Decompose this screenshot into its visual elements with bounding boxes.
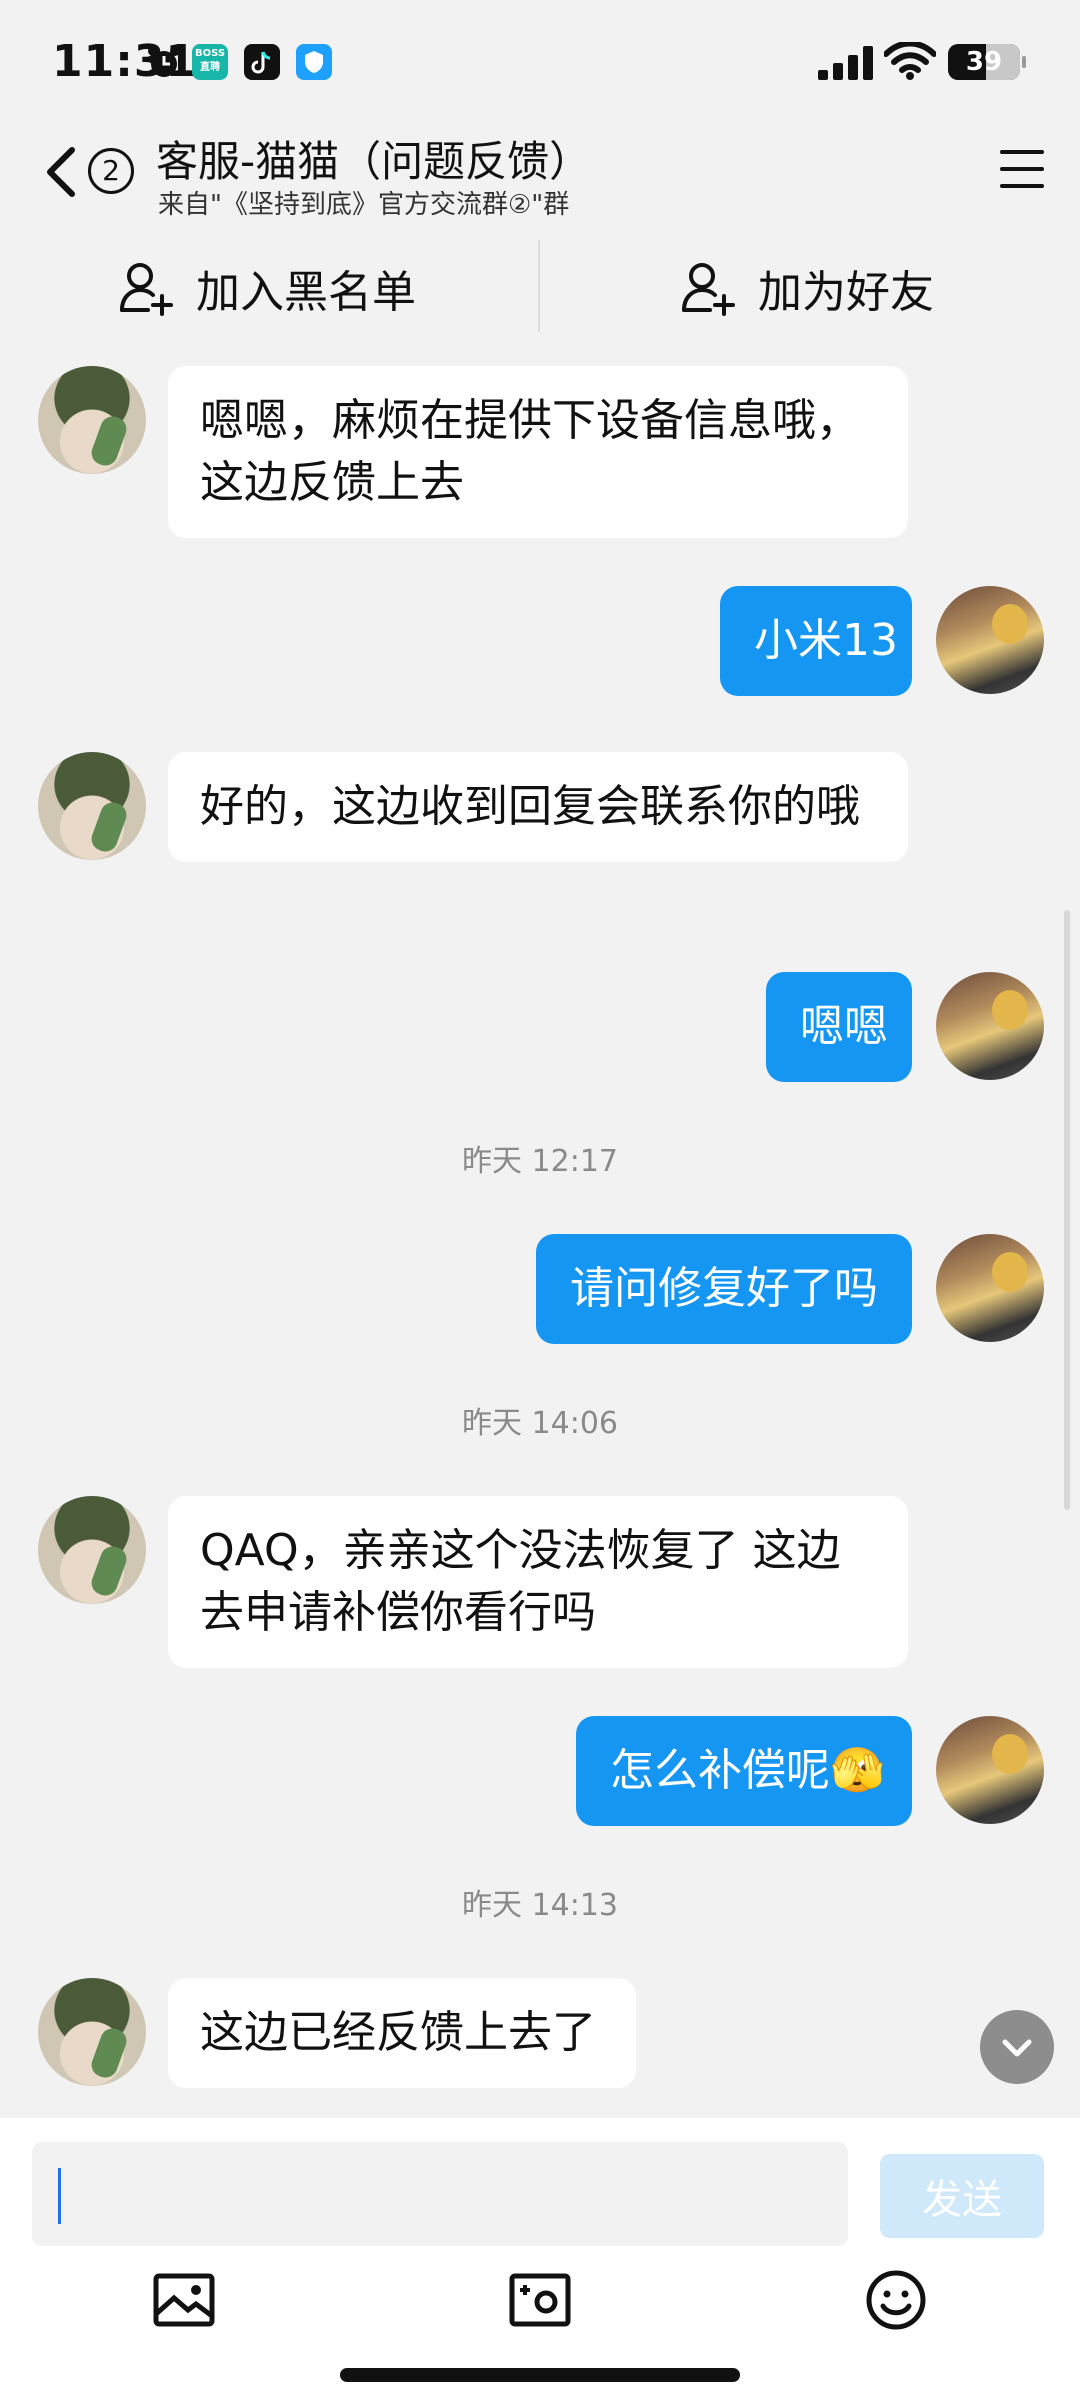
chat-subtitle: 来自"《坚持到底》官方交流群②"群 (158, 190, 570, 220)
image-icon[interactable] (152, 2268, 216, 2332)
cellular-signal-icon (818, 46, 873, 80)
user-avatar[interactable] (936, 972, 1044, 1080)
shield-app-icon (296, 44, 332, 80)
boss-app-icon: BOSS 直聘 (192, 44, 228, 80)
chevron-down-icon (1002, 2039, 1032, 2057)
user-avatar[interactable] (936, 1716, 1044, 1824)
alarm-icon (148, 46, 180, 77)
composer: 发送 (0, 2118, 1080, 2400)
action-divider (538, 240, 540, 332)
incoming-message[interactable]: 这边已经反馈上去了 (168, 1978, 636, 2088)
message-timestamp: 昨天 14:06 (462, 1406, 618, 1441)
user-avatar[interactable] (936, 586, 1044, 694)
outgoing-message[interactable]: 嗯嗯 (766, 972, 912, 1082)
message-input[interactable] (32, 2142, 848, 2246)
add-to-blacklist-button[interactable]: 加入黑名单 (118, 240, 416, 336)
incoming-message[interactable]: QAQ，亲亲这个没法恢复了 这边去申请补偿你看行吗 (168, 1496, 908, 1668)
support-avatar[interactable] (38, 752, 146, 860)
outgoing-message[interactable]: 请问修复好了吗 (536, 1234, 912, 1344)
blacklist-label: 加入黑名单 (196, 267, 416, 318)
add-friend-label: 加为好友 (758, 267, 934, 318)
text-caret (58, 2168, 61, 2224)
incoming-message[interactable]: 嗯嗯，麻烦在提供下设备信息哦，这边反馈上去 (168, 366, 908, 538)
battery-tip (1022, 56, 1026, 68)
wifi-icon (884, 42, 936, 80)
battery-level: 39 (965, 47, 1003, 77)
action-bar: 加入黑名单 加为好友 (0, 240, 1080, 336)
status-bar: 11:31 BOSS 直聘 39 (0, 0, 1080, 120)
outgoing-message[interactable]: 小米13 (720, 586, 912, 696)
message-timestamp: 昨天 12:17 (462, 1144, 618, 1179)
support-avatar[interactable] (38, 1978, 146, 2086)
person-plus-icon (682, 263, 735, 316)
add-friend-button[interactable]: 加为好友 (680, 240, 934, 336)
hamburger-icon[interactable] (1000, 150, 1044, 190)
scrollbar[interactable] (1064, 910, 1070, 1510)
smile-icon[interactable] (864, 2268, 928, 2332)
unread-count-badge[interactable]: 2 (88, 148, 134, 194)
support-avatar[interactable] (38, 366, 146, 474)
outgoing-message[interactable]: 怎么补偿呢🫣 (576, 1716, 912, 1826)
chevron-left-icon[interactable] (38, 142, 88, 202)
user-avatar[interactable] (936, 1234, 1044, 1342)
battery-indicator: 39 (948, 44, 1020, 80)
chat-header: 2 客服-猫猫（问题反馈） 来自"《坚持到底》官方交流群②"群 (0, 120, 1080, 230)
message-timestamp: 昨天 14:13 (462, 1888, 618, 1923)
scroll-to-bottom-button[interactable] (980, 2010, 1054, 2084)
tiktok-app-icon (244, 44, 280, 80)
camera-icon[interactable] (508, 2268, 572, 2332)
support-avatar[interactable] (38, 1496, 146, 1604)
person-plus-icon (120, 263, 173, 316)
chat-title: 客服-猫猫（问题反馈） (156, 137, 592, 186)
incoming-message[interactable]: 好的，这边收到回复会联系你的哦 (168, 752, 908, 862)
send-button[interactable]: 发送 (880, 2154, 1044, 2238)
home-indicator[interactable] (340, 2368, 740, 2382)
